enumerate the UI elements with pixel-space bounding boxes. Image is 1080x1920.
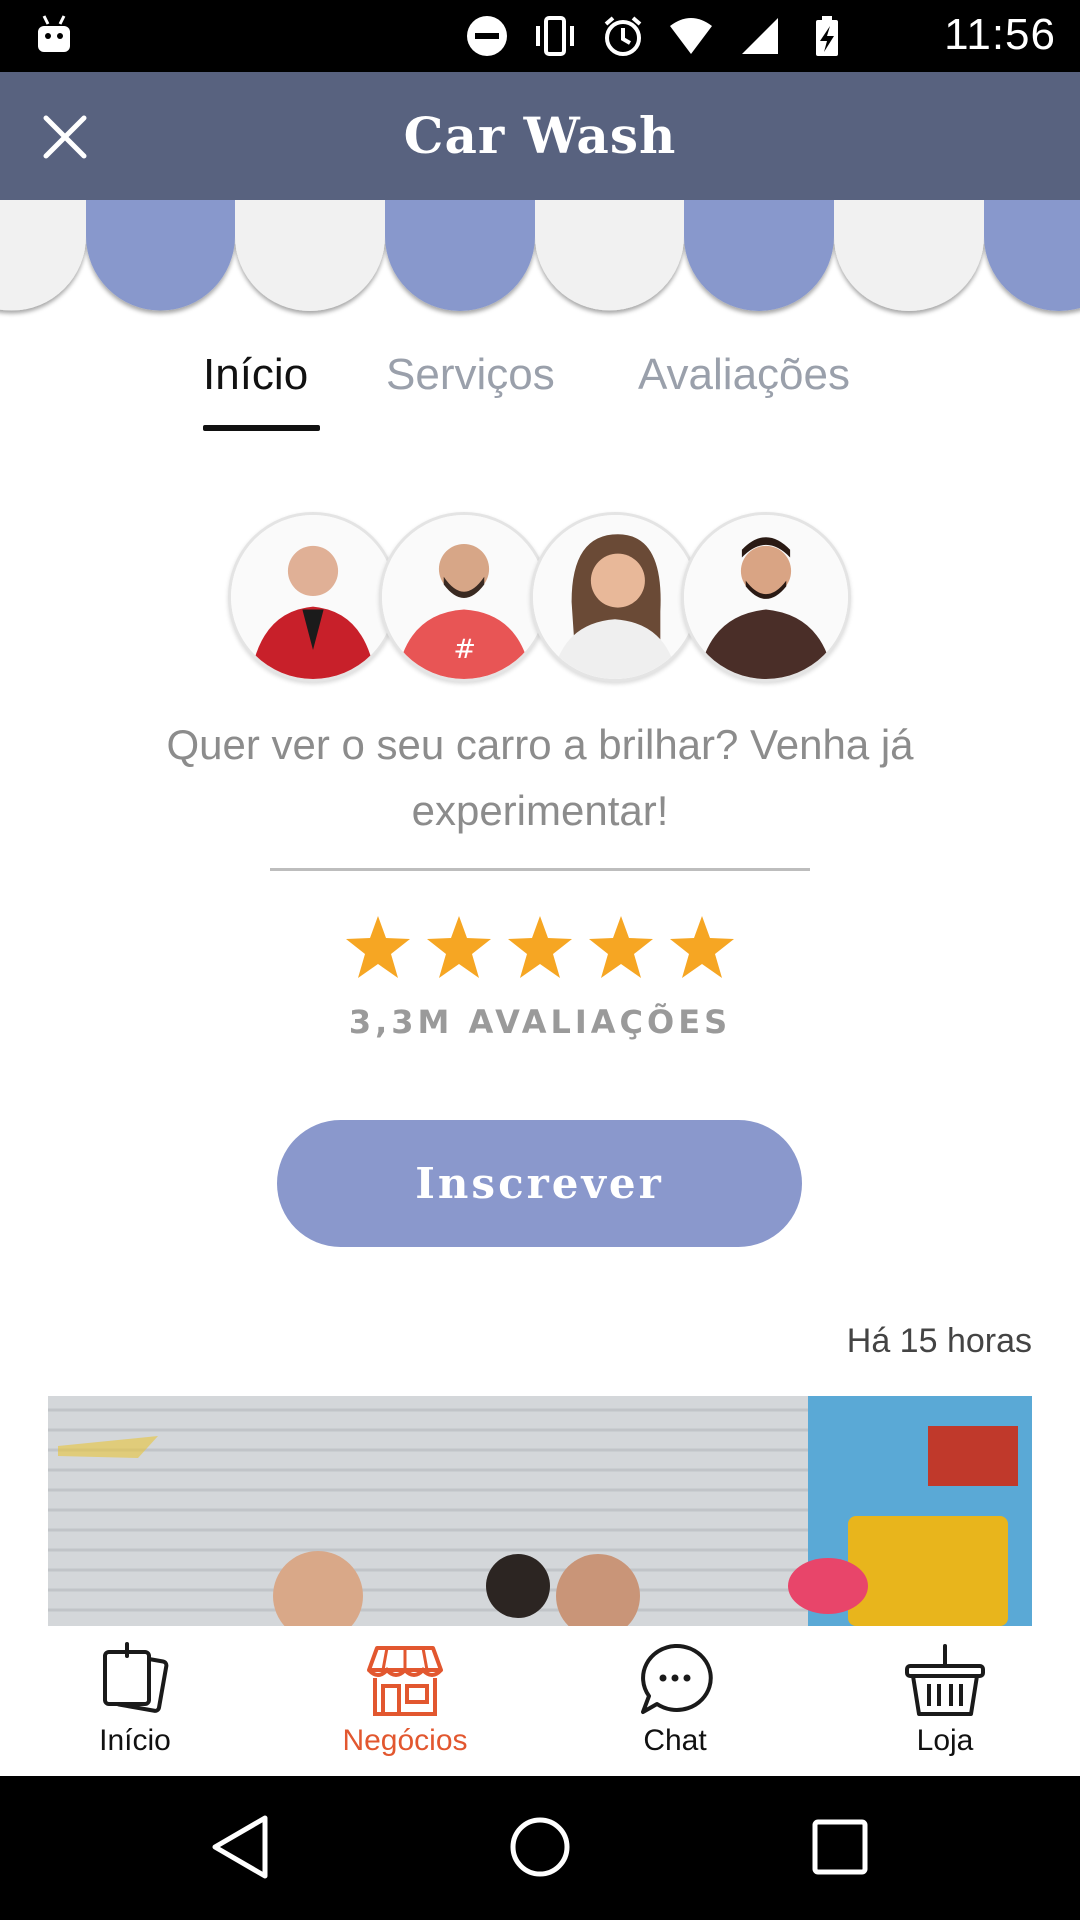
- app-bar: Car Wash: [0, 72, 1080, 200]
- divider: [270, 868, 810, 871]
- post-timestamp: Há 15 horas: [846, 1322, 1032, 1360]
- tab-bar: Início Serviços Avaliações: [0, 350, 1080, 440]
- page-title: Car Wash: [403, 106, 677, 165]
- do-not-disturb-icon: [467, 16, 507, 56]
- rating-stars: [344, 914, 736, 984]
- business-description: Quer ver o seu carro a brilhar? Venha já…: [166, 721, 914, 834]
- nav-item-loja[interactable]: Loja: [810, 1626, 1080, 1776]
- store-icon: [367, 1646, 443, 1716]
- star-icon: [508, 916, 572, 978]
- avatar: [681, 512, 851, 682]
- chat-bubble-icon: [641, 1643, 713, 1714]
- star-icon: [346, 916, 410, 978]
- nav-item-chat[interactable]: Chat: [540, 1626, 810, 1776]
- svg-text:#: #: [453, 634, 476, 665]
- battery-charging-icon: [816, 16, 838, 56]
- reviews-count: 3,3M AVALIAÇÕES: [348, 1003, 732, 1041]
- star-icon: [589, 916, 653, 978]
- notes-icon: [103, 1642, 169, 1713]
- home-icon[interactable]: [505, 1812, 575, 1882]
- back-icon[interactable]: [205, 1812, 275, 1882]
- store-awning: [0, 200, 1080, 311]
- android-debug-icon: [38, 15, 70, 52]
- active-tab-indicator: [203, 425, 320, 431]
- tab-inicio[interactable]: Início: [203, 350, 308, 400]
- avatar: [530, 512, 700, 682]
- status-time: 11:56: [944, 10, 1056, 59]
- star-icon: [427, 916, 491, 978]
- tab-avaliacoes[interactable]: Avaliações: [638, 350, 850, 400]
- signal-icon: [742, 18, 778, 54]
- wifi-icon: [670, 18, 712, 54]
- tab-servicos[interactable]: Serviços: [386, 350, 555, 400]
- bottom-nav: Início Negócios Chat Loja: [0, 1626, 1080, 1776]
- avatar-group: #: [228, 512, 852, 682]
- basket-icon: [905, 1644, 985, 1716]
- nav-item-inicio[interactable]: Início: [0, 1626, 270, 1776]
- system-navigation-bar: [0, 1776, 1080, 1920]
- subscribe-button[interactable]: Inscrever: [277, 1120, 802, 1247]
- recents-icon[interactable]: [805, 1812, 875, 1882]
- star-icon: [670, 916, 734, 978]
- status-bar: 11:56: [0, 0, 1080, 72]
- nav-item-negocios[interactable]: Negócios: [270, 1626, 540, 1776]
- avatar: [228, 512, 398, 682]
- post-image[interactable]: [48, 1396, 1032, 1626]
- vibrate-icon: [536, 16, 574, 56]
- avatar: #: [379, 512, 549, 682]
- alarm-icon: [604, 16, 642, 56]
